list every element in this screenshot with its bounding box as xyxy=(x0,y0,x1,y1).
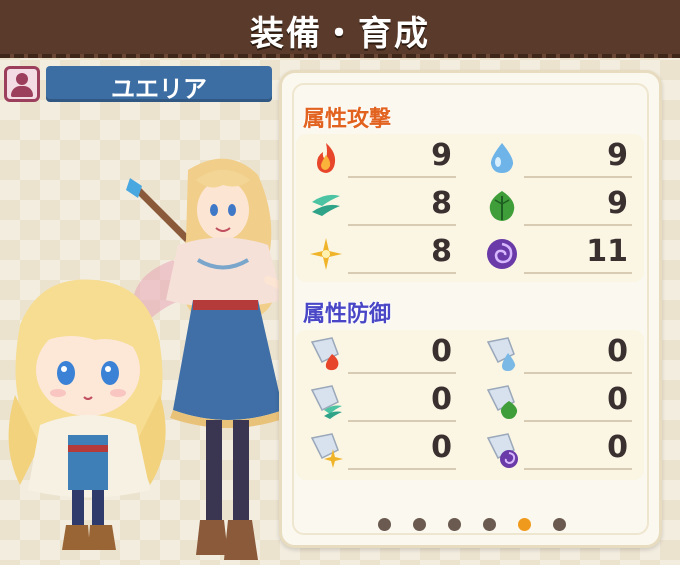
leaf-icon xyxy=(489,191,515,221)
defense-fire-value: 0 xyxy=(431,334,452,369)
page-dot-4[interactable] xyxy=(483,518,496,531)
defense-water-value: 0 xyxy=(607,334,628,369)
attack-light-value: 8 xyxy=(431,234,452,269)
fire-icon xyxy=(317,143,336,173)
defense-water-row: 0 xyxy=(484,334,632,374)
page-title: 装備・育成 xyxy=(250,14,430,54)
page-dot-5-active[interactable] xyxy=(518,518,531,531)
character-name-plate: ユエリア xyxy=(46,66,272,103)
page-dot-3[interactable] xyxy=(448,518,461,531)
defense-dark-row: 0 xyxy=(484,430,632,470)
defense-dark-value: 0 xyxy=(607,430,628,465)
header-bar: 装備・育成 xyxy=(0,0,680,58)
water-drop-icon xyxy=(490,143,514,173)
dark-shield-icon xyxy=(486,433,518,468)
attack-wind-value: 8 xyxy=(431,186,452,221)
page-dot-2[interactable] xyxy=(413,518,426,531)
defense-earth-value: 0 xyxy=(607,382,628,417)
leaf-shield-icon xyxy=(486,385,518,419)
attack-light-row: 8 xyxy=(308,234,456,274)
chibi-character xyxy=(8,279,166,550)
wind-shield-icon xyxy=(310,385,342,419)
wind-icon xyxy=(312,194,340,216)
attribute-defense-title: 属性防御 xyxy=(303,302,392,327)
defense-fire-row: 0 xyxy=(308,334,456,374)
attribute-attack-title: 属性攻撃 xyxy=(303,107,392,132)
light-star-icon xyxy=(310,238,342,270)
attack-earth-row: 9 xyxy=(484,186,632,226)
defense-light-row: 0 xyxy=(308,430,456,470)
defense-light-value: 0 xyxy=(431,430,452,465)
fire-shield-icon xyxy=(310,337,339,371)
attack-dark-row: 11 xyxy=(484,234,632,274)
attack-fire-row: 9 xyxy=(308,138,456,178)
water-shield-icon xyxy=(486,337,516,371)
attack-earth-value: 9 xyxy=(607,186,628,221)
defense-wind-row: 0 xyxy=(308,382,456,422)
attack-water-row: 9 xyxy=(484,138,632,178)
defense-earth-row: 0 xyxy=(484,382,632,422)
attribute-defense-box: 0 0 0 0 0 0 xyxy=(296,330,644,480)
character-name: ユエリア xyxy=(111,75,207,103)
attack-wind-row: 8 xyxy=(308,186,456,226)
attack-dark-value: 11 xyxy=(586,234,628,269)
light-shield-icon xyxy=(310,433,343,468)
attack-water-value: 9 xyxy=(607,138,628,173)
page-dot-1[interactable] xyxy=(378,518,391,531)
attack-fire-value: 9 xyxy=(431,138,452,173)
dark-swirl-icon xyxy=(487,239,517,269)
defense-wind-value: 0 xyxy=(431,382,452,417)
profile-icon[interactable] xyxy=(4,66,40,102)
attribute-attack-box: 9 9 8 9 8 11 xyxy=(296,134,644,282)
page-dot-6[interactable] xyxy=(553,518,566,531)
